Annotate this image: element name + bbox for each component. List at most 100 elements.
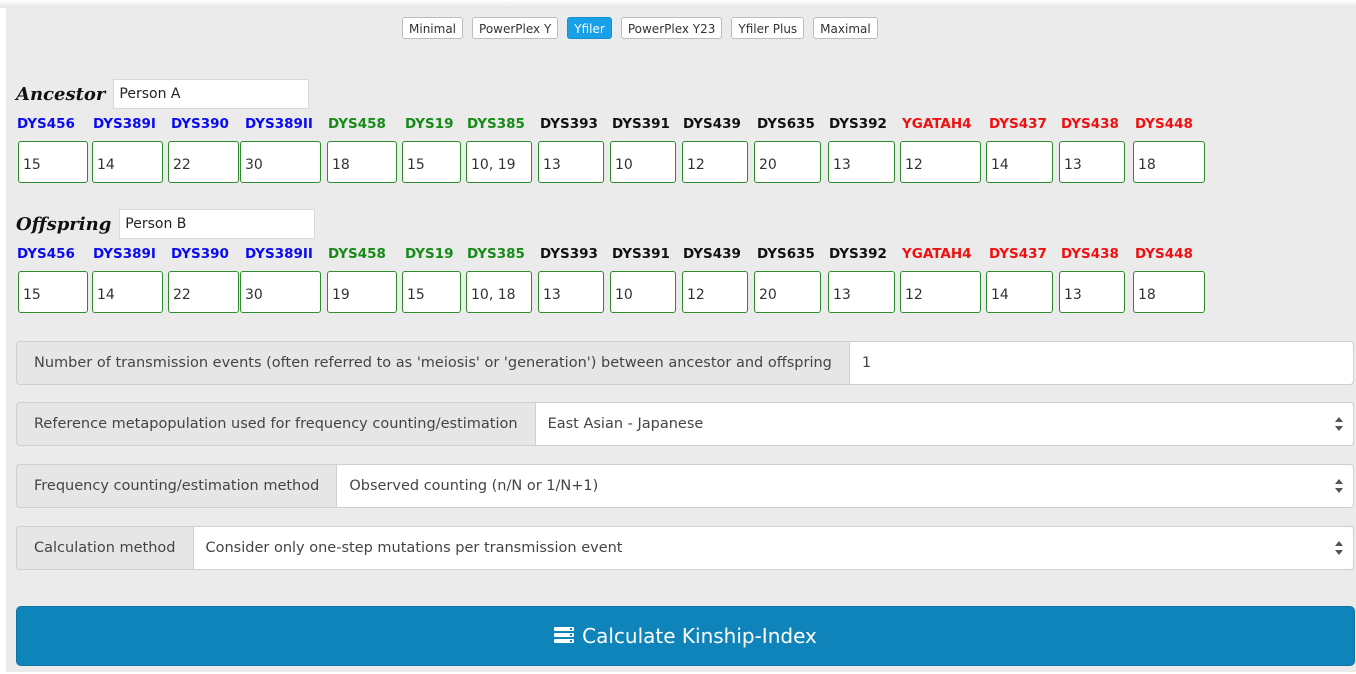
metapopulation-value: East Asian - Japanese xyxy=(547,416,704,432)
marker-label-dys448: DYS448 xyxy=(1135,246,1193,262)
offspring-allele-input-dys448[interactable] xyxy=(1133,271,1205,313)
select-updown-icon xyxy=(1335,417,1343,431)
marker-label-dys385: DYS385 xyxy=(467,116,525,132)
marker-label-dys393: DYS393 xyxy=(540,246,598,262)
offspring-allele-input-dys438[interactable] xyxy=(1059,271,1125,313)
metapopulation-label: Reference metapopulation used for freque… xyxy=(16,402,535,446)
marker-label-dys456: DYS456 xyxy=(17,246,75,262)
ancestor-allele-input-dys385[interactable] xyxy=(466,141,532,183)
ancestor-allele-input-dys458[interactable] xyxy=(327,141,397,183)
marker-label-dys635: DYS635 xyxy=(757,116,815,132)
marker-label-dys439: DYS439 xyxy=(683,246,741,262)
frequency-row: Frequency counting/estimation method Obs… xyxy=(16,464,1354,508)
marker-label-dys391: DYS391 xyxy=(612,116,670,132)
marker-label-dys385: DYS385 xyxy=(467,246,525,262)
offspring-name-input[interactable] xyxy=(119,209,316,239)
preset-tab[interactable]: Maximal xyxy=(813,17,878,39)
select-updown-icon xyxy=(1335,541,1343,555)
marker-label-dys439: DYS439 xyxy=(683,116,741,132)
marker-label-dys389i: DYS389I xyxy=(93,246,156,262)
offspring-allele-input-dys389i[interactable] xyxy=(92,271,163,313)
ancestor-allele-input-dys456[interactable] xyxy=(18,141,88,183)
marker-label-dys438: DYS438 xyxy=(1061,116,1119,132)
metapopulation-row: Reference metapopulation used for freque… xyxy=(16,402,1354,446)
ancestor-allele-input-dys389ii[interactable] xyxy=(240,141,321,183)
offspring-header: Offspring xyxy=(16,209,316,239)
preset-tab[interactable]: PowerPlex Y23 xyxy=(620,17,723,39)
offspring-allele-input-dys437[interactable] xyxy=(986,271,1053,313)
marker-label-dys389i: DYS389I xyxy=(93,116,156,132)
preset-tab[interactable]: Yfiler xyxy=(567,17,612,39)
offspring-allele-input-dys393[interactable] xyxy=(538,271,604,313)
server-icon xyxy=(554,627,575,645)
ancestor-allele-input-dys437[interactable] xyxy=(986,141,1053,183)
offspring-allele-input-dys635[interactable] xyxy=(754,271,821,313)
transmission-row: Number of transmission events (often ref… xyxy=(16,341,1354,385)
ancestor-allele-input-dys390[interactable] xyxy=(168,141,239,183)
calc-method-value: Consider only one-step mutations per tra… xyxy=(205,540,623,556)
frequency-value: Observed counting (n/N or 1/N+1) xyxy=(349,478,599,494)
preset-tab[interactable]: Minimal xyxy=(402,17,464,39)
ancestor-allele-input-dys438[interactable] xyxy=(1059,141,1125,183)
offspring-allele-input-dys458[interactable] xyxy=(327,271,397,313)
ancestor-allele-input-dys389i[interactable] xyxy=(92,141,163,183)
offspring-allele-input-dys456[interactable] xyxy=(18,271,88,313)
marker-label-dys19: DYS19 xyxy=(405,116,454,132)
frequency-label: Frequency counting/estimation method xyxy=(16,464,337,508)
marker-label-dys390: DYS390 xyxy=(171,116,229,132)
marker-label-dys390: DYS390 xyxy=(171,246,229,262)
marker-label-dys635: DYS635 xyxy=(757,246,815,262)
marker-label-dys19: DYS19 xyxy=(405,246,454,262)
frequency-select[interactable]: Observed counting (n/N or 1/N+1) xyxy=(336,464,1354,508)
marker-label-dys392: DYS392 xyxy=(829,246,887,262)
offspring-allele-input-dys389ii[interactable] xyxy=(240,271,321,313)
offspring-allele-input-dys391[interactable] xyxy=(610,271,676,313)
preset-tabs: Minimal PowerPlex Y Yfiler PowerPlex Y23 Yfi… xyxy=(402,17,878,41)
ancestor-allele-input-dys439[interactable] xyxy=(682,141,748,183)
calc-method-row: Calculation method Consider only one-ste… xyxy=(16,526,1354,570)
offspring-allele-input-dys19[interactable] xyxy=(402,271,461,313)
calc-method-select[interactable]: Consider only one-step mutations per tra… xyxy=(192,526,1354,570)
marker-label-dys393: DYS393 xyxy=(540,116,598,132)
marker-label-dys458: DYS458 xyxy=(328,246,386,262)
calculate-label: Calculate Kinship-Index xyxy=(582,624,817,648)
transmission-input[interactable]: 1 xyxy=(848,341,1354,385)
offspring-allele-input-dys390[interactable] xyxy=(168,271,239,313)
marker-label-ygatah4: YGATAH4 xyxy=(902,246,972,262)
marker-label-dys437: DYS437 xyxy=(989,246,1047,262)
preset-tab[interactable]: Yfiler Plus xyxy=(731,17,805,39)
ancestor-title: Ancestor xyxy=(16,83,106,105)
ancestor-allele-input-ygatah4[interactable] xyxy=(900,141,981,183)
offspring-allele-input-dys392[interactable] xyxy=(828,271,895,313)
ancestor-allele-input-dys392[interactable] xyxy=(828,141,895,183)
preset-tab[interactable]: PowerPlex Y xyxy=(472,17,559,39)
transmission-label: Number of transmission events (often ref… xyxy=(16,341,849,385)
marker-label-dys458: DYS458 xyxy=(328,116,386,132)
marker-label-dys437: DYS437 xyxy=(989,116,1047,132)
calc-method-label: Calculation method xyxy=(16,526,193,570)
ancestor-allele-input-dys393[interactable] xyxy=(538,141,604,183)
marker-label-dys448: DYS448 xyxy=(1135,116,1193,132)
ancestor-allele-input-dys448[interactable] xyxy=(1133,141,1205,183)
ancestor-name-input[interactable] xyxy=(113,79,310,109)
select-updown-icon xyxy=(1335,479,1343,493)
metapopulation-select[interactable]: East Asian - Japanese xyxy=(534,402,1354,446)
top-shadow xyxy=(0,0,1356,8)
ancestor-allele-input-dys635[interactable] xyxy=(754,141,821,183)
transmission-value: 1 xyxy=(861,355,872,371)
ancestor-header: Ancestor xyxy=(16,79,310,109)
calculate-button[interactable]: Calculate Kinship-Index xyxy=(16,606,1355,666)
marker-label-dys456: DYS456 xyxy=(17,116,75,132)
marker-label-dys391: DYS391 xyxy=(612,246,670,262)
offspring-allele-input-ygatah4[interactable] xyxy=(900,271,981,313)
offspring-allele-input-dys439[interactable] xyxy=(682,271,748,313)
offspring-allele-input-dys385[interactable] xyxy=(466,271,532,313)
marker-label-dys392: DYS392 xyxy=(829,116,887,132)
marker-label-ygatah4: YGATAH4 xyxy=(902,116,972,132)
marker-label-dys438: DYS438 xyxy=(1061,246,1119,262)
ancestor-allele-input-dys391[interactable] xyxy=(610,141,676,183)
offspring-title: Offspring xyxy=(16,213,112,235)
ancestor-allele-input-dys19[interactable] xyxy=(402,141,461,183)
marker-label-dys389ii: DYS389II xyxy=(245,246,313,262)
marker-label-dys389ii: DYS389II xyxy=(245,116,313,132)
